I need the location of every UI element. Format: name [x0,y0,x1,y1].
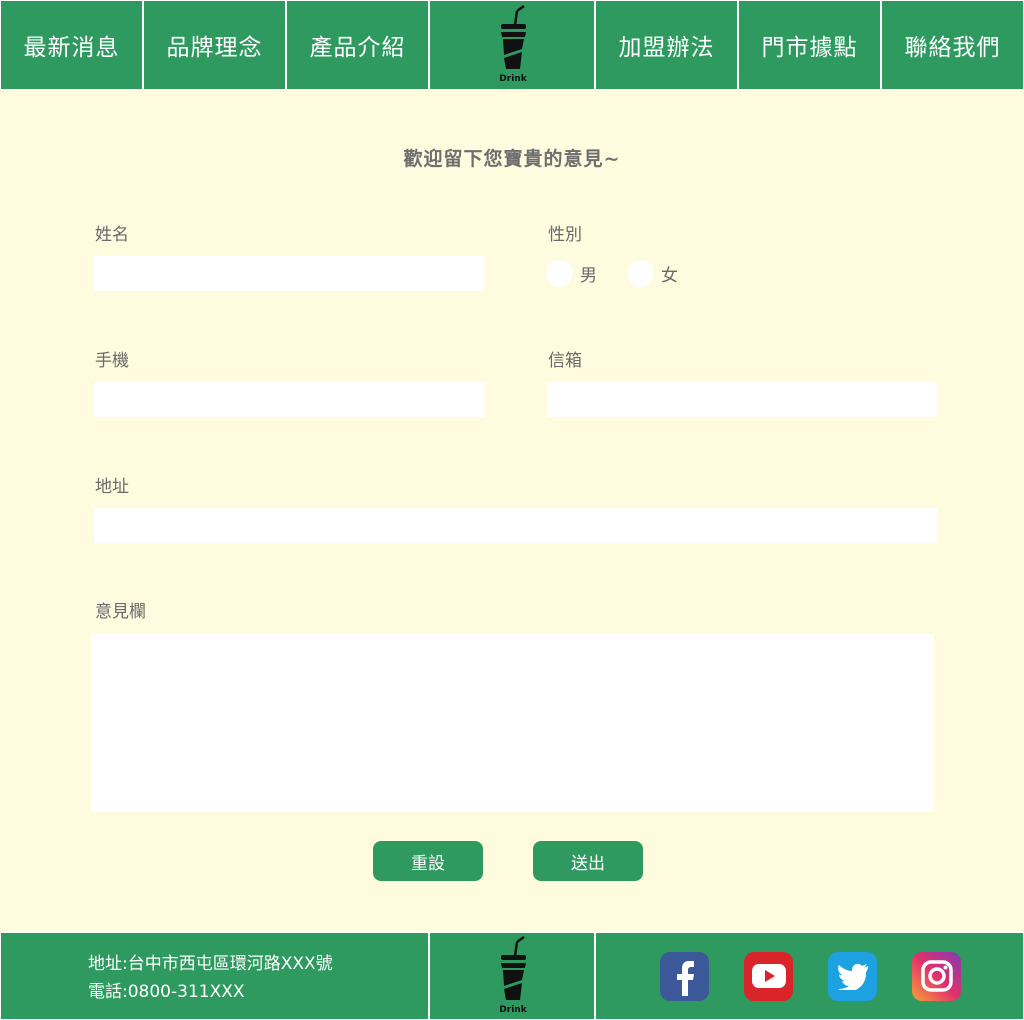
logo-link[interactable]: Drink [430,1,596,89]
nav-item-label: 產品介紹 [309,35,406,61]
submit-button[interactable]: 送出 [533,841,643,881]
nav-item-franchise[interactable]: 加盟辦法 [596,1,739,89]
gender-male-option[interactable]: 男 [546,260,597,287]
nav-item-products[interactable]: 產品介紹 [287,1,430,89]
gender-label: 性別 [548,225,582,245]
email-label: 信箱 [548,351,582,371]
phone-label: 手機 [95,351,129,371]
drink-logo: Drink [499,5,528,84]
comment-textarea[interactable] [91,634,934,812]
footer-logo[interactable]: Drink [430,933,596,1019]
email-input[interactable] [547,382,937,417]
nav-item-brand[interactable]: 品牌理念 [144,1,287,89]
nav-item-label: 門市據點 [761,35,858,61]
comment-label: 意見欄 [95,602,146,622]
twitter-icon[interactable] [828,951,877,1001]
nav-item-label: 加盟辦法 [618,35,715,61]
nav-item-label: 聯絡我們 [904,35,1001,61]
social-links [596,933,1023,1019]
address-input[interactable] [94,508,937,543]
nav-item-stores[interactable]: 門市據點 [739,1,882,89]
gender-female-label: 女 [661,266,678,286]
facebook-icon[interactable] [660,951,709,1001]
gender-male-label: 男 [580,266,597,286]
drink-logo: Drink [499,936,528,1015]
svg-text:Drink: Drink [499,1005,527,1015]
footer: 地址:台中市西屯區環河路XXX號 電話:0800-311XXX Drink [0,932,1024,1020]
footer-address: 地址:台中市西屯區環河路XXX號 [88,954,333,974]
gender-female-option[interactable]: 女 [627,260,678,287]
name-input[interactable] [94,256,484,291]
nav-item-label: 最新消息 [23,35,120,61]
nav-item-news[interactable]: 最新消息 [1,1,144,89]
form-title: 歡迎留下您寶貴的意見~ [403,148,621,170]
gender-female-radio[interactable] [627,260,654,287]
nav-item-contact[interactable]: 聯絡我們 [882,1,1023,89]
gender-radio-group: 男 女 [546,260,708,287]
footer-phone: 電話:0800-311XXX [88,982,245,1002]
name-label: 姓名 [95,225,129,245]
footer-contact-info: 地址:台中市西屯區環河路XXX號 電話:0800-311XXX [1,933,430,1019]
nav-item-label: 品牌理念 [166,35,263,61]
reset-button[interactable]: 重設 [373,841,483,881]
gender-male-radio[interactable] [546,260,573,287]
address-label: 地址 [95,477,129,497]
instagram-icon[interactable] [912,951,961,1001]
phone-input[interactable] [94,382,484,417]
youtube-icon[interactable] [744,951,793,1001]
svg-text:Drink: Drink [499,74,527,84]
top-nav: 最新消息 品牌理念 產品介紹 Drink 加盟辦法 門市據點 聯絡我們 [0,0,1024,90]
